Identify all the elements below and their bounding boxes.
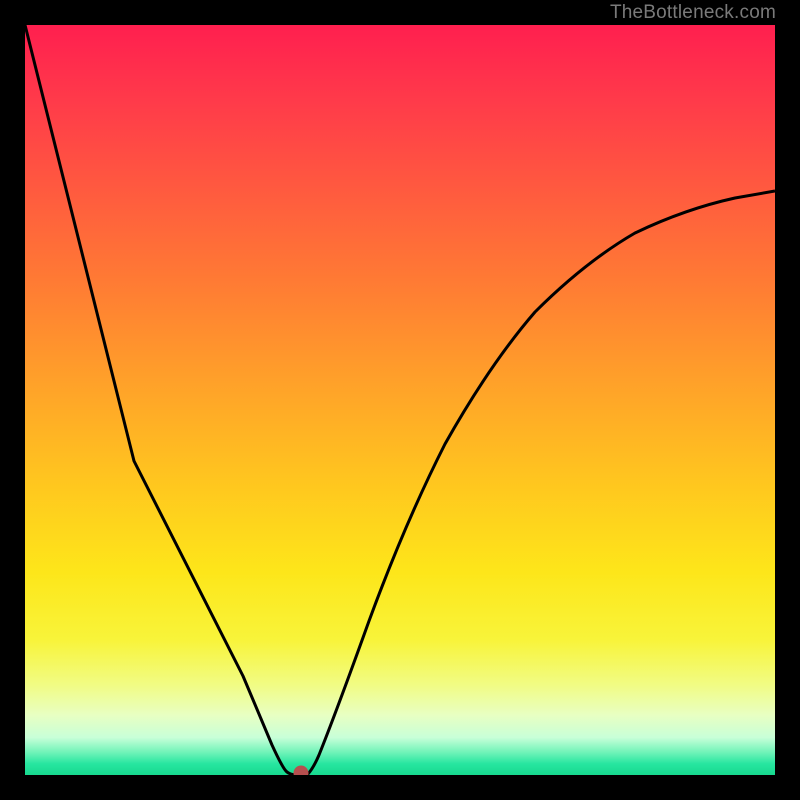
bottleneck-curve	[25, 25, 775, 775]
watermark-text: TheBottleneck.com	[610, 2, 776, 24]
plot-area	[25, 25, 775, 775]
chart-frame: TheBottleneck.com	[0, 0, 800, 800]
curve-layer	[25, 25, 775, 775]
minimum-marker	[294, 766, 309, 776]
